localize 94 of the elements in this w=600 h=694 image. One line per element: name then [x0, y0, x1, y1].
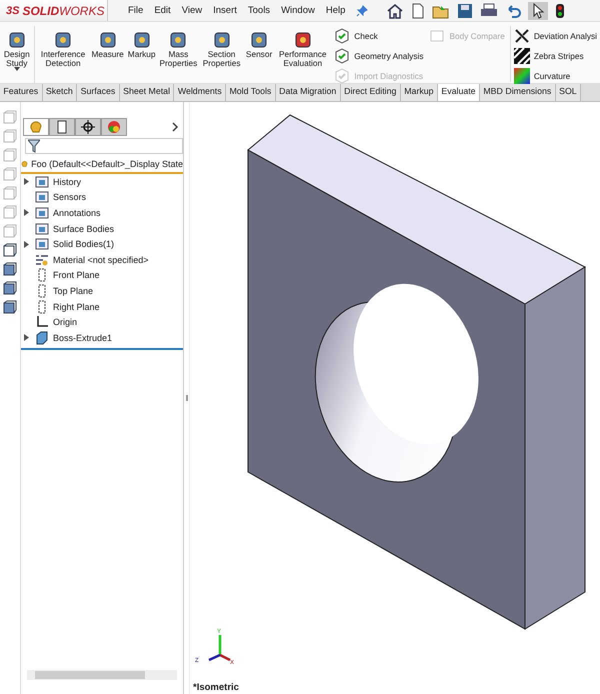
folder-icon [35, 174, 49, 189]
menu-item[interactable]: Help [326, 5, 346, 16]
tool-icon [334, 48, 350, 64]
scrollbar[interactable] [27, 670, 177, 680]
ribbon-tab[interactable]: MBD Dimensions [480, 84, 556, 101]
tree-root[interactable]: Foo (Default<<Default>_Display State [21, 156, 183, 174]
expand-arrow-icon[interactable] [24, 209, 28, 216]
view-toolbar-icon[interactable] [3, 300, 17, 314]
view-toolbar-icon[interactable] [3, 281, 17, 295]
ribbon-tool[interactable]: Mass Properties [157, 26, 200, 72]
tree-item[interactable]: Right Plane [53, 302, 100, 312]
ribbon-tool[interactable]: Geometry Analysis [334, 48, 424, 64]
tree-item[interactable]: Sensors [53, 192, 86, 202]
tree-item[interactable]: Top Plane [53, 286, 94, 296]
tool-icon [514, 68, 530, 84]
filter-field[interactable] [25, 138, 183, 154]
app-logo: 3S SOLIDWORKS [0, 0, 108, 21]
ribbon-tool[interactable]: Curvature [514, 68, 597, 84]
folder-icon [35, 222, 49, 236]
crosshair-icon [81, 120, 95, 134]
ribbon-tool[interactable]: Deviation Analysi [514, 28, 597, 44]
traffic-light-icon[interactable] [555, 2, 565, 18]
dropdown-caret-icon[interactable] [14, 67, 20, 72]
ribbon-tab[interactable]: Data Migration [276, 84, 341, 101]
ribbon-tool[interactable]: Sensor [244, 26, 274, 63]
menu-item[interactable]: Tools [248, 5, 270, 16]
home-icon[interactable] [386, 2, 404, 18]
tool-icon [168, 30, 188, 50]
ribbon-tool[interactable]: Interference Detection [36, 26, 90, 72]
filter-icon [28, 139, 40, 153]
print-icon[interactable] [480, 2, 498, 18]
tool-icon [6, 30, 27, 50]
ribbon-tool[interactable]: Performance Evaluation [274, 26, 332, 72]
tree-item[interactable]: Material <not specified> [53, 254, 149, 265]
tree-item[interactable]: Annotations [53, 208, 101, 218]
panel-tab[interactable] [75, 118, 101, 136]
ribbon-tab[interactable]: Weldments [174, 84, 226, 101]
new-document-icon[interactable] [411, 2, 425, 18]
tree-item[interactable]: History [53, 176, 82, 187]
property-icon [55, 120, 69, 134]
ribbon-tab[interactable]: Sketch [42, 84, 78, 101]
part-name: Foo (Default<<Default>_Display State [31, 159, 183, 169]
tool-icon [514, 28, 530, 44]
folder-icon [35, 190, 49, 204]
ribbon-tool[interactable]: Check [334, 28, 424, 44]
tool-icon [292, 30, 313, 50]
material-icon [35, 252, 49, 267]
ribbon-tab[interactable]: Direct Editing [340, 84, 401, 101]
view-toolbar-icon[interactable] [3, 243, 17, 257]
ribbon-tool[interactable]: Zebra Stripes [514, 48, 597, 64]
tool-icon [429, 28, 446, 44]
select-pointer-icon[interactable] [528, 2, 548, 20]
menu-item[interactable]: Edit [154, 5, 171, 16]
origin-icon [35, 315, 49, 330]
ribbon-tool[interactable]: Markup [126, 26, 158, 63]
ribbon-tab[interactable]: Mold Tools [226, 84, 276, 101]
expand-arrow-icon[interactable] [24, 334, 28, 342]
tool-icon [53, 30, 74, 50]
tree-item[interactable]: Solid Bodies(1) [53, 239, 114, 250]
ribbon-tab[interactable]: Surfaces [77, 84, 120, 101]
folder-icon [35, 206, 49, 220]
tree-item[interactable]: Surface Bodies [53, 224, 114, 234]
extrude-icon [35, 330, 49, 345]
tree-item[interactable]: Boss-Extrude1 [53, 332, 112, 343]
ribbon-tool[interactable]: Measure [90, 26, 126, 63]
stripes-icon [514, 48, 530, 64]
ribbon-tab[interactable]: Sheet Metal [120, 84, 174, 101]
menu-item[interactable]: View [182, 5, 202, 16]
tool-icon [212, 30, 232, 50]
feature-tree-icon [29, 120, 43, 134]
ribbon-tab[interactable]: SOL [556, 84, 582, 101]
ribbon-tab[interactable]: Markup [400, 84, 438, 101]
chevron-right-icon[interactable] [171, 122, 179, 132]
appearance-icon [107, 120, 121, 134]
view-toolbar-icon[interactable] [3, 262, 17, 276]
tool-icon [132, 30, 152, 50]
menu-item[interactable]: Window [281, 5, 315, 16]
tree-item[interactable]: Origin [53, 317, 78, 328]
pin-icon[interactable] [356, 4, 368, 16]
menu-item[interactable]: File [128, 5, 144, 16]
panel-tab[interactable] [49, 118, 75, 136]
tool-icon [249, 30, 270, 50]
ribbon-tab[interactable]: Features [0, 84, 42, 101]
ribbon-tool[interactable]: Section Properties [199, 26, 244, 72]
expand-arrow-icon[interactable] [24, 178, 28, 186]
expand-arrow-icon[interactable] [24, 240, 28, 248]
menu-item[interactable]: Insert [213, 5, 237, 16]
save-icon[interactable] [457, 2, 473, 18]
view-orientation-label: *Isometric [193, 682, 239, 693]
folder-icon [35, 237, 49, 252]
ribbon-tab[interactable]: Evaluate [438, 84, 480, 101]
tool-icon [334, 28, 350, 44]
tool-icon [98, 30, 118, 50]
tree-item[interactable]: Front Plane [53, 270, 100, 280]
